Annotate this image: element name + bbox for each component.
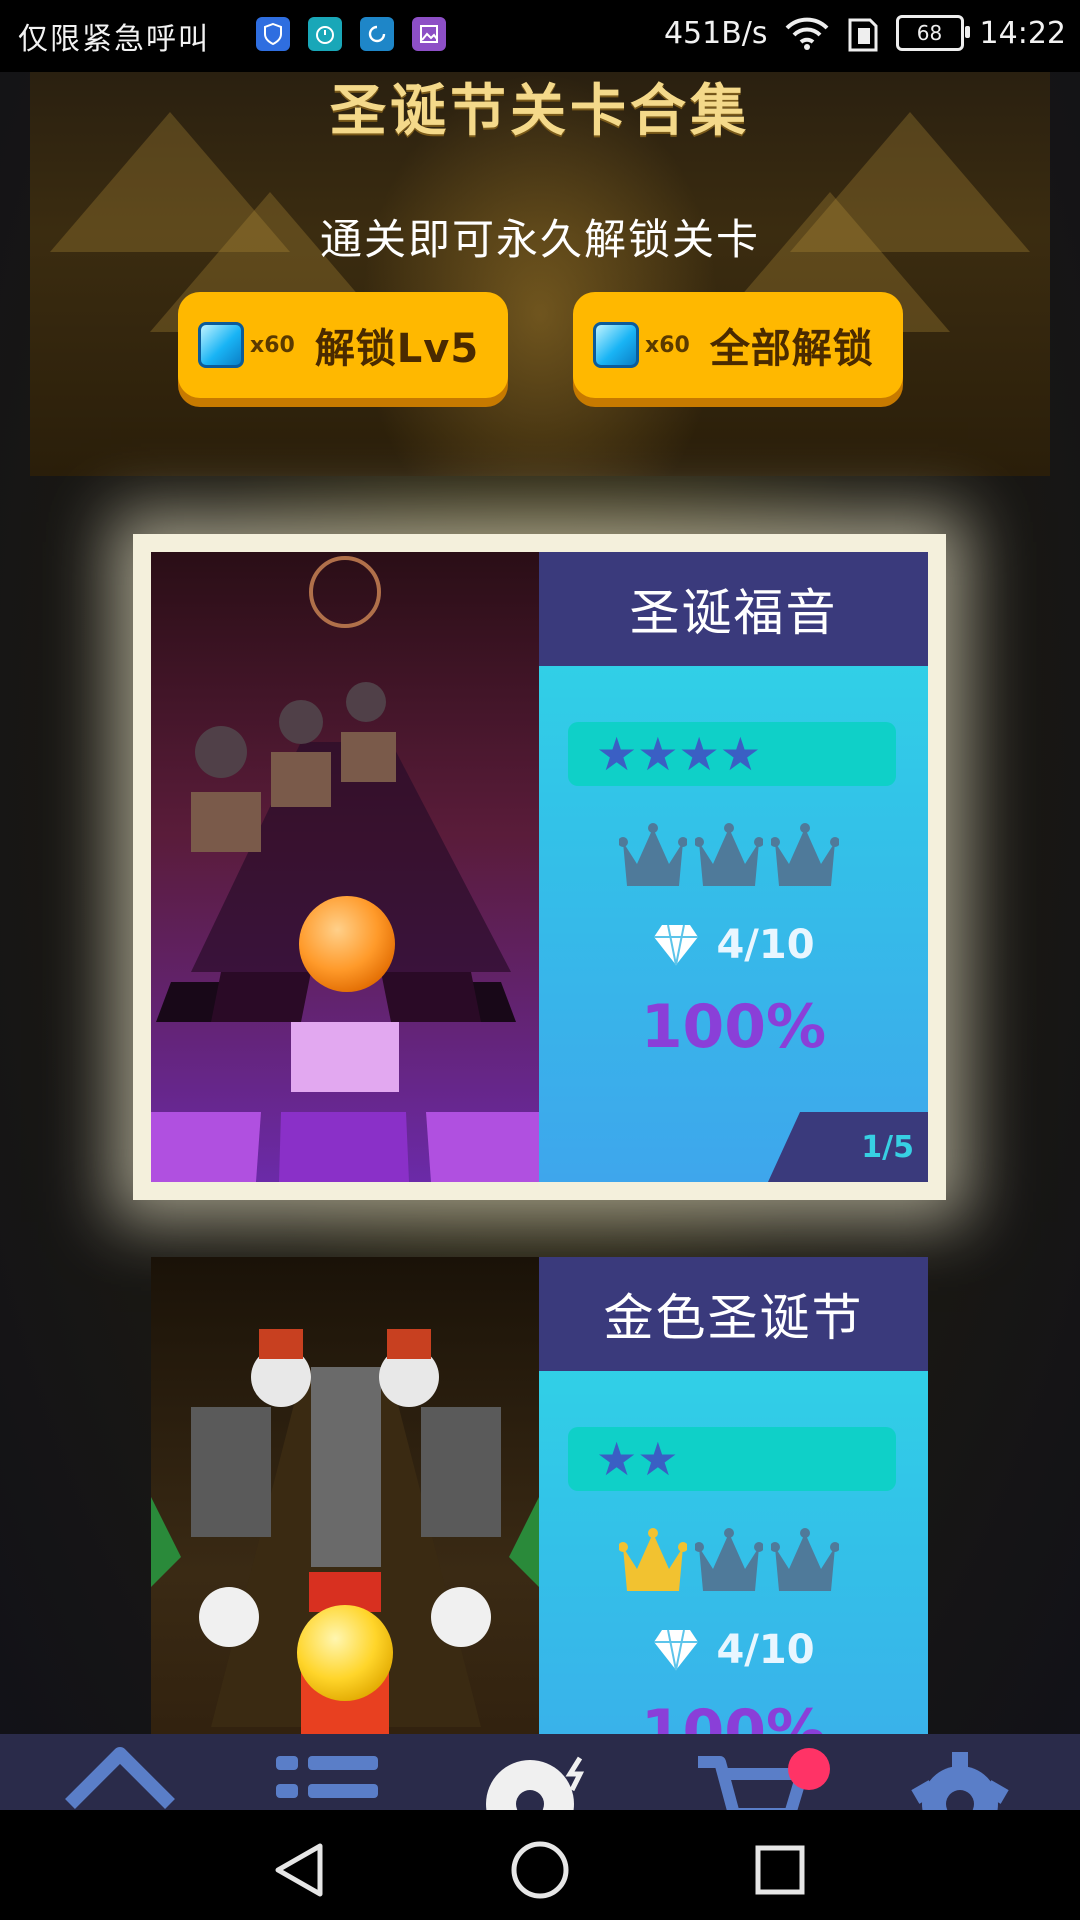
crown-icon <box>695 1528 763 1591</box>
gear-icon[interactable] <box>900 1744 1020 1810</box>
level-screen[interactable]: 圣诞节关卡合集 通关即可永久解锁关卡 x60 解锁Lv5 x60 全部解锁 圣诞… <box>0 72 1080 1810</box>
difficulty-stars: ★★ <box>568 1427 896 1491</box>
unlock-lv5-label: 解锁Lv5 <box>314 326 480 372</box>
crown-icon <box>619 1528 687 1591</box>
completion-percent: 100% <box>640 992 827 1062</box>
recents-icon[interactable] <box>754 1844 806 1896</box>
level-title: 金色圣诞节 <box>539 1257 928 1371</box>
list-icon[interactable] <box>266 1744 386 1810</box>
difficulty-stars: ★★★★ <box>568 722 896 786</box>
diamond-icon <box>654 1629 699 1671</box>
sim-icon <box>848 18 878 52</box>
level-thumbnail <box>151 1257 539 1810</box>
status-bar: 仅限紧急呼叫 451B/s 68 14:22 <box>0 0 1080 72</box>
shield-icon <box>256 17 290 51</box>
crown-icon <box>771 1528 839 1591</box>
system-nav-bar <box>0 1810 1080 1920</box>
unlock-lv5-button[interactable]: x60 解锁Lv5 <box>178 292 508 398</box>
crown-icon <box>619 823 687 886</box>
home-circle-icon[interactable] <box>510 1840 570 1900</box>
wifi-icon <box>785 17 828 50</box>
net-speed: 451B/s <box>663 15 768 51</box>
diamond-icon <box>654 924 699 966</box>
banner-subtitle: 通关即可永久解锁关卡 <box>319 215 760 264</box>
level-card[interactable]: 圣诞福音 ★★★★ 4/10 100% 1/5 <box>151 552 928 1182</box>
home-icon[interactable] <box>60 1744 180 1810</box>
unlock-cost: x60 <box>645 332 690 358</box>
christmas-banner: 圣诞节关卡合集 通关即可永久解锁关卡 x60 解锁Lv5 x60 全部解锁 <box>30 72 1050 476</box>
level-title: 圣诞福音 <box>539 552 928 666</box>
level-info-panel: 金色圣诞节 ★★ 4/10 100% <box>539 1257 928 1810</box>
banner-title: 圣诞节关卡合集 <box>330 79 750 144</box>
diamond-icon <box>593 322 639 368</box>
gallery-icon <box>412 17 446 51</box>
crown-icon <box>695 823 763 886</box>
page-indicator: 1/5 <box>768 1112 928 1182</box>
unlock-all-label: 全部解锁 <box>709 326 874 372</box>
level-thumbnail <box>151 552 539 1182</box>
sync-icon <box>360 17 394 51</box>
carrier-text: 仅限紧急呼叫 <box>18 22 210 57</box>
bottom-nav <box>0 1734 1080 1810</box>
crown-rating <box>619 820 839 892</box>
diamond-icon <box>198 322 244 368</box>
battery-indicator: 68 <box>895 15 970 51</box>
gem-progress: 4/10 <box>539 1627 928 1673</box>
notification-icons <box>256 17 446 51</box>
level-info-panel: 圣诞福音 ★★★★ 4/10 100% 1/5 <box>539 552 928 1182</box>
level-card[interactable]: 金色圣诞节 ★★ 4/10 100% <box>151 1257 928 1810</box>
notification-badge <box>788 1748 830 1790</box>
timer-icon <box>308 17 342 51</box>
clock: 14:22 <box>979 15 1066 51</box>
crown-rating <box>619 1525 839 1597</box>
unlock-all-button[interactable]: x60 全部解锁 <box>573 292 903 398</box>
gem-progress: 4/10 <box>539 922 928 968</box>
back-icon[interactable] <box>272 1842 326 1898</box>
unlock-cost: x60 <box>250 332 295 358</box>
disc-icon[interactable] <box>480 1744 600 1810</box>
crown-icon <box>771 823 839 886</box>
